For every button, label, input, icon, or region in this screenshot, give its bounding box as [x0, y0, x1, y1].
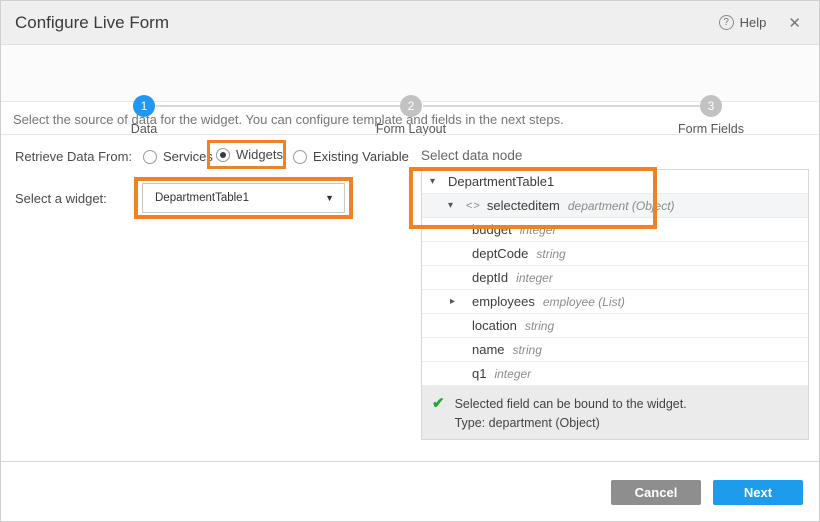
- tree-node-budget[interactable]: budget integer: [422, 218, 808, 242]
- tree-node-label: q1: [472, 366, 486, 381]
- chevron-down-icon[interactable]: ▾: [430, 176, 448, 187]
- tree-node-deptCode[interactable]: deptCode string: [422, 242, 808, 266]
- annotation-box-widget-select: DepartmentTable1 ▼: [134, 177, 353, 219]
- check-icon: ✔: [432, 395, 445, 439]
- stepper-connector: [423, 105, 700, 107]
- stepper-connector: [156, 105, 400, 107]
- configure-live-form-dialog: Configure Live Form ? Help ✕ 1 2 3 Data …: [0, 0, 820, 522]
- retrieve-data-from-label: Retrieve Data From:: [15, 149, 132, 164]
- next-button[interactable]: Next: [713, 480, 803, 505]
- tree-node-label: deptCode: [472, 246, 528, 261]
- tree-node-q1[interactable]: q1 integer: [422, 362, 808, 386]
- tree-node-label: budget: [472, 222, 512, 237]
- radio-existing-variable[interactable]: Existing Variable: [293, 149, 409, 164]
- footer-divider: [1, 461, 819, 462]
- step-circle-form-fields[interactable]: 3: [700, 95, 722, 117]
- close-icon[interactable]: ✕: [788, 14, 801, 32]
- binding-status: ✔ Selected field can be bound to the wid…: [422, 386, 808, 439]
- tree-node-label: selecteditem: [487, 198, 560, 213]
- dialog-title: Configure Live Form: [15, 13, 169, 33]
- data-node-tree: ▾DepartmentTable1▾<>selecteditemdepartme…: [421, 169, 809, 440]
- tree-node-type: integer: [520, 223, 557, 237]
- object-icon: <>: [466, 200, 481, 212]
- widget-select[interactable]: DepartmentTable1 ▼: [142, 183, 345, 213]
- wizard-stepper: 1 2 3 Data Form Layout Form Fields: [1, 45, 819, 102]
- radio-services[interactable]: Services: [143, 149, 213, 164]
- tree-node-type: string: [525, 319, 554, 333]
- tree-node-location[interactable]: location string: [422, 314, 808, 338]
- tree-node-name[interactable]: name string: [422, 338, 808, 362]
- radio-widgets-circle[interactable]: [216, 148, 230, 162]
- binding-status-line1: Selected field can be bound to the widge…: [455, 395, 687, 414]
- help-icon: ?: [719, 15, 734, 30]
- tree-node-type: string: [513, 343, 542, 357]
- select-widget-label: Select a widget:: [15, 191, 107, 206]
- widget-select-value: DepartmentTable1: [155, 192, 249, 204]
- tree-node-type: integer: [516, 271, 553, 285]
- help-button[interactable]: ? Help: [719, 15, 767, 30]
- chevron-down-icon: ▼: [325, 193, 334, 203]
- binding-status-line2: Type: department (Object): [455, 414, 687, 433]
- select-data-node-title: Select data node: [421, 148, 522, 163]
- tree-node-label: deptId: [472, 270, 508, 285]
- tree-node-label: employees: [472, 294, 535, 309]
- radio-existing-variable-label: Existing Variable: [313, 149, 409, 164]
- radio-services-label: Services: [163, 149, 213, 164]
- radio-services-circle[interactable]: [143, 150, 157, 164]
- radio-widgets-label: Widgets: [236, 147, 283, 162]
- cancel-button[interactable]: Cancel: [611, 480, 701, 505]
- tree-node-type: employee (List): [543, 295, 625, 309]
- tree-node-label: name: [472, 342, 505, 357]
- tree-node-DepartmentTable1[interactable]: ▾DepartmentTable1: [422, 170, 808, 194]
- chevron-right-icon[interactable]: ▸: [450, 296, 472, 307]
- radio-existing-variable-circle[interactable]: [293, 150, 307, 164]
- dialog-titlebar: Configure Live Form ? Help ✕: [1, 1, 819, 45]
- annotation-box-widgets: Widgets: [207, 140, 286, 169]
- tree-node-label: location: [472, 318, 517, 333]
- tree-node-employees[interactable]: ▸employees employee (List): [422, 290, 808, 314]
- tree-node-type: department (Object): [568, 199, 675, 213]
- tree-node-label: DepartmentTable1: [448, 174, 554, 189]
- tree-node-selecteditem[interactable]: ▾<> selecteditem department (Object): [422, 194, 808, 218]
- radio-widgets[interactable]: Widgets: [216, 147, 283, 162]
- tree-node-type: integer: [494, 367, 531, 381]
- tree-node-type: string: [536, 247, 565, 261]
- chevron-down-icon[interactable]: ▾: [448, 200, 466, 211]
- instruction-text: Select the source of data for the widget…: [13, 112, 564, 127]
- section-divider: [1, 134, 819, 135]
- help-label: Help: [740, 15, 767, 30]
- tree-node-deptId[interactable]: deptId integer: [422, 266, 808, 290]
